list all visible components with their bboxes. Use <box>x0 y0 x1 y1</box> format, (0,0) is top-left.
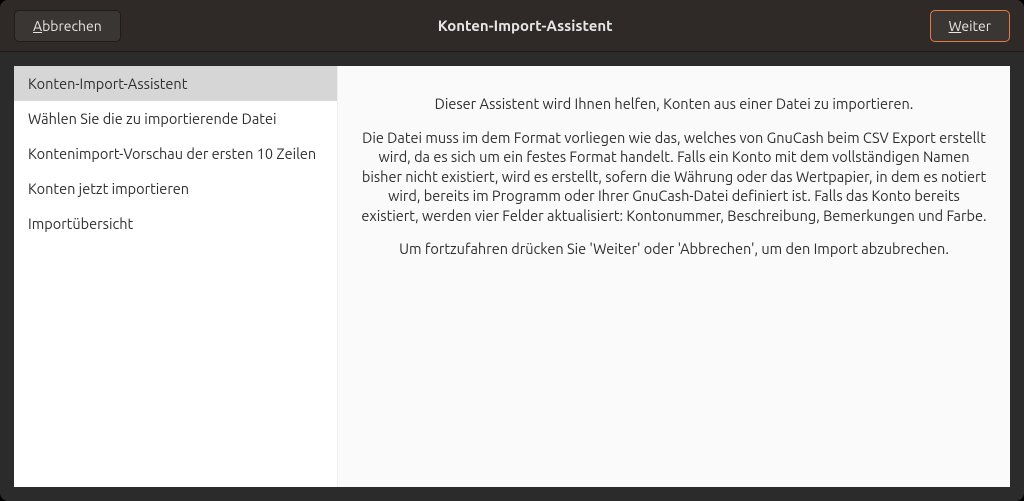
cancel-mnemonic: A <box>33 18 42 34</box>
wizard-step-label: Importübersicht <box>28 215 133 232</box>
intro-paragraph-2: Die Datei muss im dem Format vorliegen w… <box>358 128 990 226</box>
next-mnemonic: W <box>949 18 962 34</box>
wizard-step-label: Konten-Import-Assistent <box>28 75 187 92</box>
wizard-step-label: Kontenimport-Vorschau der ersten 10 Zeil… <box>28 145 316 162</box>
wizard-step-choose-file[interactable]: Wählen Sie die zu importierende Datei <box>14 101 337 136</box>
titlebar: Abbrechen Konten-Import-Assistent Weiter <box>0 0 1024 52</box>
content-area: Konten-Import-Assistent Wählen Sie die z… <box>14 66 1010 487</box>
wizard-step-summary[interactable]: Importübersicht <box>14 206 337 241</box>
wizard-step-label: Wählen Sie die zu importierende Datei <box>28 110 277 127</box>
next-button[interactable]: Weiter <box>930 10 1010 42</box>
wizard-step-import-now[interactable]: Konten jetzt importieren <box>14 171 337 206</box>
cancel-button[interactable]: Abbrechen <box>14 10 121 42</box>
intro-paragraph-3: Um fortzufahren drücken Sie 'Weiter' ode… <box>358 239 990 259</box>
wizard-step-preview[interactable]: Kontenimport-Vorschau der ersten 10 Zeil… <box>14 136 337 171</box>
dialog-title: Konten-Import-Assistent <box>133 17 918 34</box>
intro-paragraph-1: Dieser Assistent wird Ihnen helfen, Kont… <box>358 94 990 114</box>
cancel-rest: bbrechen <box>42 18 102 34</box>
next-rest: eiter <box>961 18 991 34</box>
wizard-step-intro[interactable]: Konten-Import-Assistent <box>14 66 337 101</box>
dialog-window: Abbrechen Konten-Import-Assistent Weiter… <box>0 0 1024 501</box>
wizard-steps-sidebar: Konten-Import-Assistent Wählen Sie die z… <box>14 66 338 487</box>
wizard-page-body: Dieser Assistent wird Ihnen helfen, Kont… <box>338 66 1010 487</box>
wizard-step-label: Konten jetzt importieren <box>28 180 189 197</box>
